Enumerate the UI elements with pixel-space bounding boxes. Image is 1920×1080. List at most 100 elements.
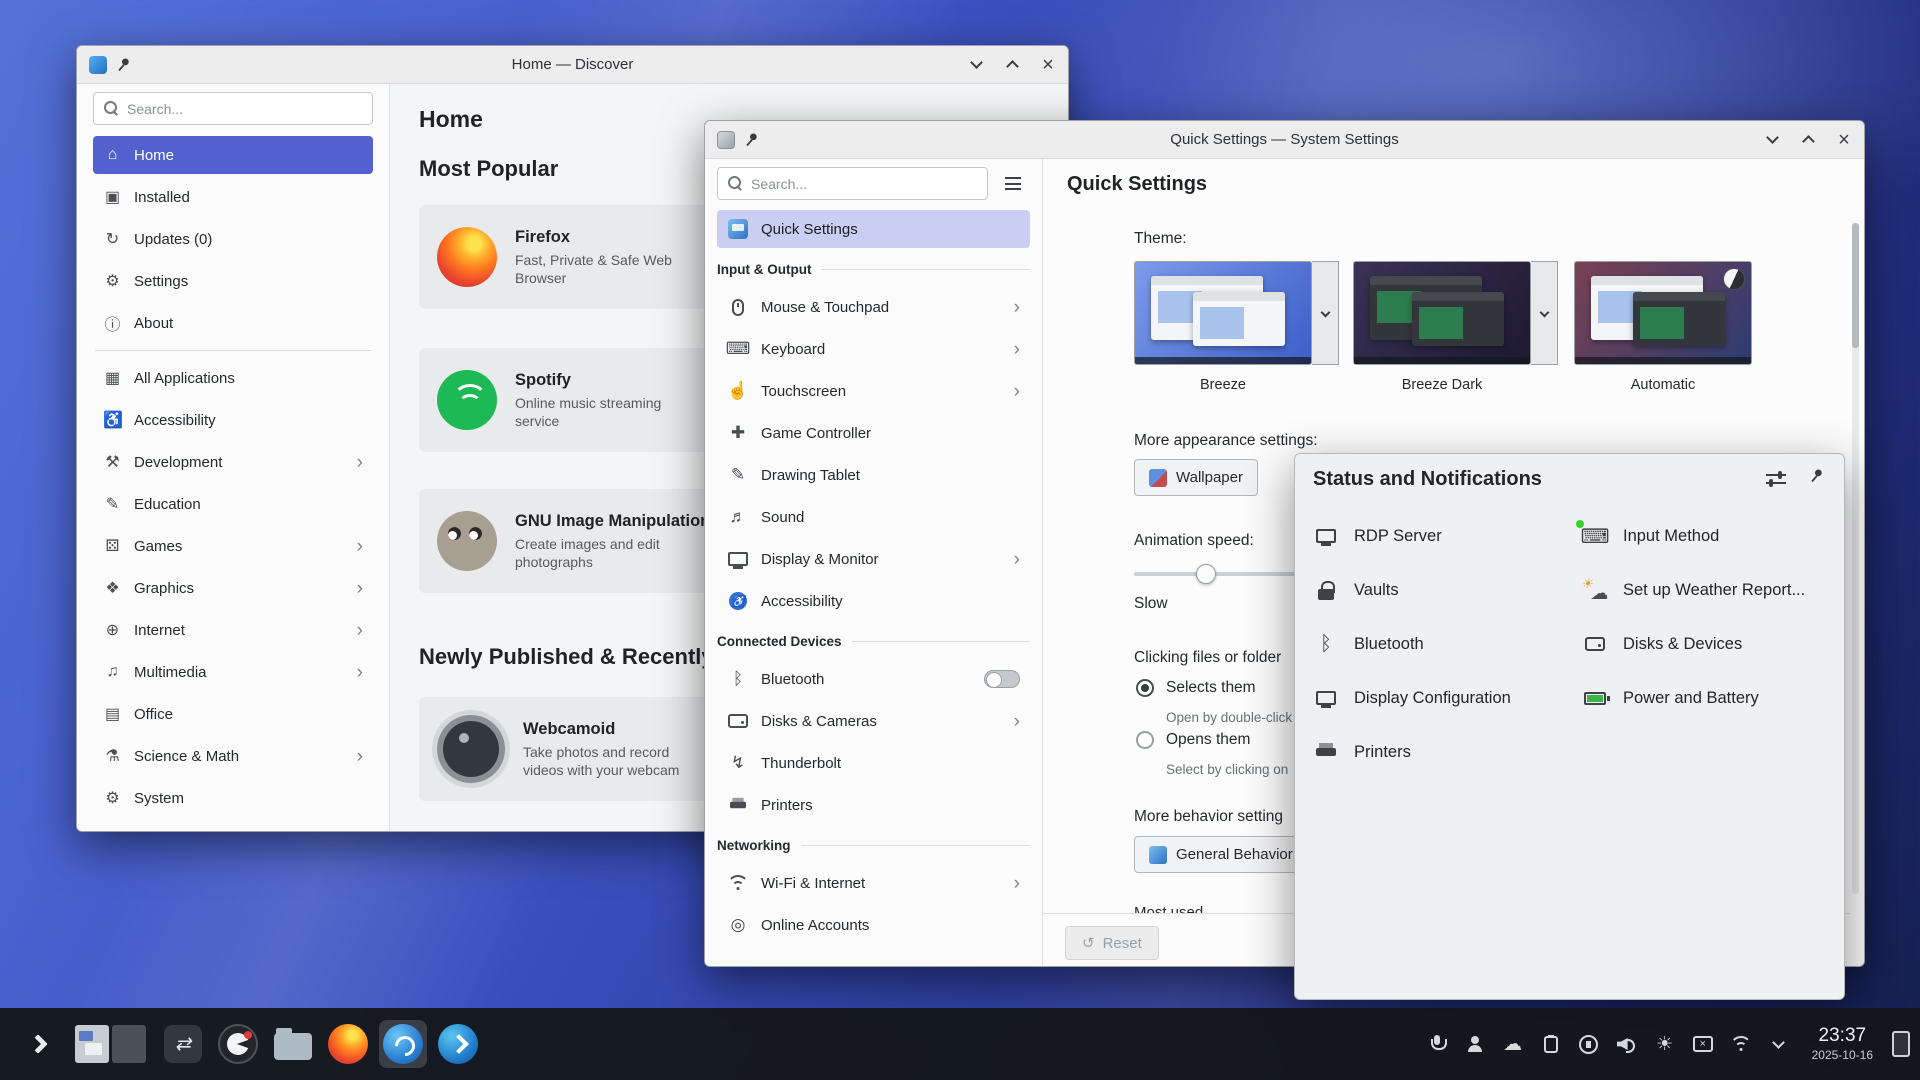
- settings-item-disks-cameras[interactable]: Disks & Cameras ›: [717, 702, 1030, 740]
- animation-speed-label: Animation speed:: [1134, 532, 1254, 550]
- radio-unselected-icon[interactable]: [1136, 731, 1154, 749]
- settings-item-online-accounts[interactable]: ◎ Online Accounts: [717, 906, 1030, 944]
- task-file-manager[interactable]: [269, 1020, 317, 1068]
- settings-item-label: Wi-Fi & Internet: [761, 875, 865, 892]
- tray-user-switcher[interactable]: [1463, 1032, 1487, 1056]
- settings-search[interactable]: [717, 167, 988, 200]
- status-item-bluetooth[interactable]: ᛒ Bluetooth: [1311, 617, 1580, 671]
- status-item-printers[interactable]: Printers: [1311, 725, 1580, 779]
- sidebar-item-system[interactable]: ⚙ System: [93, 779, 373, 817]
- tray-brightness[interactable]: ☀: [1653, 1032, 1677, 1056]
- radio-opens-them[interactable]: Opens them: [1136, 731, 1250, 749]
- settings-item-keyboard[interactable]: ⌨ Keyboard ›: [717, 330, 1030, 368]
- show-desktop-button[interactable]: [1892, 1031, 1910, 1057]
- tray-cloud-sync[interactable]: ☁: [1501, 1032, 1525, 1056]
- tray-clipboard[interactable]: [1539, 1032, 1563, 1056]
- minimize-button[interactable]: [968, 57, 984, 73]
- search-input[interactable]: [751, 176, 977, 192]
- settings-item-sound[interactable]: ♬ Sound: [717, 498, 1030, 536]
- status-item-vaults[interactable]: Vaults: [1311, 563, 1580, 617]
- status-item-disks-devices[interactable]: Disks & Devices: [1580, 617, 1834, 671]
- application-launcher-button[interactable]: [14, 1020, 62, 1068]
- search-input[interactable]: [127, 101, 362, 117]
- discover-search[interactable]: [93, 92, 373, 125]
- status-item-display-configuration[interactable]: Display Configuration: [1311, 671, 1580, 725]
- sidebar-item-settings[interactable]: ⚙ Settings: [93, 262, 373, 300]
- tray-volume[interactable]: [1615, 1032, 1639, 1056]
- sidebar-item-about[interactable]: ⓘ About: [93, 304, 373, 342]
- radio-selected-icon[interactable]: [1136, 679, 1154, 697]
- sidebar-item-internet[interactable]: ⊕ Internet ›: [93, 611, 373, 649]
- sidebar-item-development[interactable]: ⚒ Development ›: [93, 443, 373, 481]
- pin-icon[interactable]: [1809, 468, 1824, 483]
- close-button[interactable]: ×: [1836, 132, 1852, 148]
- desktop-2-thumbnail[interactable]: [112, 1025, 146, 1063]
- sidebar-item-updates[interactable]: ↻ Updates (0): [93, 220, 373, 258]
- theme-preview-breeze-dark[interactable]: [1353, 261, 1531, 365]
- task-discover[interactable]: [379, 1020, 427, 1068]
- theme-breeze-dark-dropdown[interactable]: [1531, 261, 1558, 365]
- pin-icon[interactable]: [744, 132, 759, 147]
- status-item-rdp-server[interactable]: RDP Server: [1311, 509, 1580, 563]
- wallpaper-button[interactable]: Wallpaper: [1134, 459, 1258, 496]
- discover-titlebar[interactable]: Home — Discover ×: [77, 46, 1068, 84]
- sidebar-item-all-applications[interactable]: ▦ All Applications: [93, 359, 373, 397]
- task-kde-app[interactable]: [434, 1020, 482, 1068]
- minimize-button[interactable]: [1764, 132, 1780, 148]
- task-firefox[interactable]: [324, 1020, 372, 1068]
- sidebar-item-graphics[interactable]: ❖ Graphics ›: [93, 569, 373, 607]
- settings-item-printers[interactable]: Printers: [717, 786, 1030, 824]
- sidebar-item-education[interactable]: ✎ Education: [93, 485, 373, 523]
- digital-clock[interactable]: 23:37 2025-10-16: [1812, 1025, 1873, 1062]
- theme-preview-automatic[interactable]: [1574, 261, 1752, 365]
- monitor-icon: [1316, 691, 1336, 705]
- maximize-button[interactable]: [1800, 132, 1816, 148]
- theme-preview-breeze[interactable]: [1134, 261, 1312, 365]
- tray-network[interactable]: [1729, 1032, 1753, 1056]
- scrollbar-thumb[interactable]: [1852, 223, 1859, 348]
- tray-microphone[interactable]: [1425, 1032, 1449, 1056]
- settings-item-quick-settings[interactable]: Quick Settings: [717, 210, 1030, 248]
- settings-item-thunderbolt[interactable]: ↯ Thunderbolt: [717, 744, 1030, 782]
- status-item-weather[interactable]: Set up Weather Report...: [1580, 563, 1834, 617]
- menu-button[interactable]: [996, 167, 1030, 200]
- sidebar-item-science-math[interactable]: ⚗ Science & Math ›: [93, 737, 373, 775]
- settings-item-wifi-internet[interactable]: Wi-Fi & Internet ›: [717, 864, 1030, 902]
- settings-item-drawing-tablet[interactable]: ✎ Drawing Tablet: [717, 456, 1030, 494]
- sidebar-item-home[interactable]: ⌂ Home: [93, 136, 373, 174]
- system-settings-titlebar[interactable]: Quick Settings — System Settings ×: [705, 121, 1864, 159]
- slider-knob[interactable]: [1196, 564, 1216, 584]
- folder-icon: [274, 1033, 312, 1060]
- sidebar-item-games[interactable]: ⚄ Games ›: [93, 527, 373, 565]
- tray-media-pause[interactable]: [1577, 1032, 1601, 1056]
- settings-item-game-controller[interactable]: ✚ Game Controller: [717, 414, 1030, 452]
- settings-item-touchscreen[interactable]: ☝ Touchscreen ›: [717, 372, 1030, 410]
- pin-icon[interactable]: [116, 57, 131, 72]
- sidebar-item-multimedia[interactable]: ♫ Multimedia ›: [93, 653, 373, 691]
- general-behavior-button[interactable]: General Behavior: [1134, 836, 1308, 873]
- sidebar-item-accessibility[interactable]: ♿ Accessibility: [93, 401, 373, 439]
- sidebar-item-office[interactable]: ▤ Office: [93, 695, 373, 733]
- settings-item-mouse-touchpad[interactable]: Mouse & Touchpad ›: [717, 288, 1030, 326]
- virtual-desktop-pager[interactable]: [75, 1025, 146, 1063]
- tray-keyboard-layout[interactable]: [1691, 1032, 1715, 1056]
- configure-button[interactable]: [1766, 471, 1786, 487]
- bluetooth-toggle[interactable]: [984, 670, 1020, 688]
- task-window-switcher[interactable]: ⇄: [159, 1020, 207, 1068]
- close-button[interactable]: ×: [1040, 57, 1056, 73]
- maximize-button[interactable]: [1004, 57, 1020, 73]
- theme-breeze-dropdown[interactable]: [1312, 261, 1339, 365]
- settings-item-bluetooth[interactable]: ᛒ Bluetooth: [717, 660, 1030, 698]
- task-media-player[interactable]: [214, 1020, 262, 1068]
- reset-button[interactable]: ↺ Reset: [1065, 926, 1159, 960]
- sidebar-item-installed[interactable]: ▣ Installed: [93, 178, 373, 216]
- monitor-icon: [728, 552, 748, 566]
- desktop-1-thumbnail[interactable]: [75, 1025, 109, 1063]
- scrollbar[interactable]: [1852, 223, 1859, 894]
- status-item-input-method[interactable]: ⌨ Input Method: [1580, 509, 1834, 563]
- settings-item-display-monitor[interactable]: Display & Monitor ›: [717, 540, 1030, 578]
- radio-selects-them[interactable]: Selects them: [1136, 679, 1256, 697]
- tray-expand[interactable]: [1767, 1032, 1791, 1056]
- settings-item-accessibility[interactable]: ♿ Accessibility: [717, 582, 1030, 620]
- status-item-power-battery[interactable]: Power and Battery: [1580, 671, 1834, 725]
